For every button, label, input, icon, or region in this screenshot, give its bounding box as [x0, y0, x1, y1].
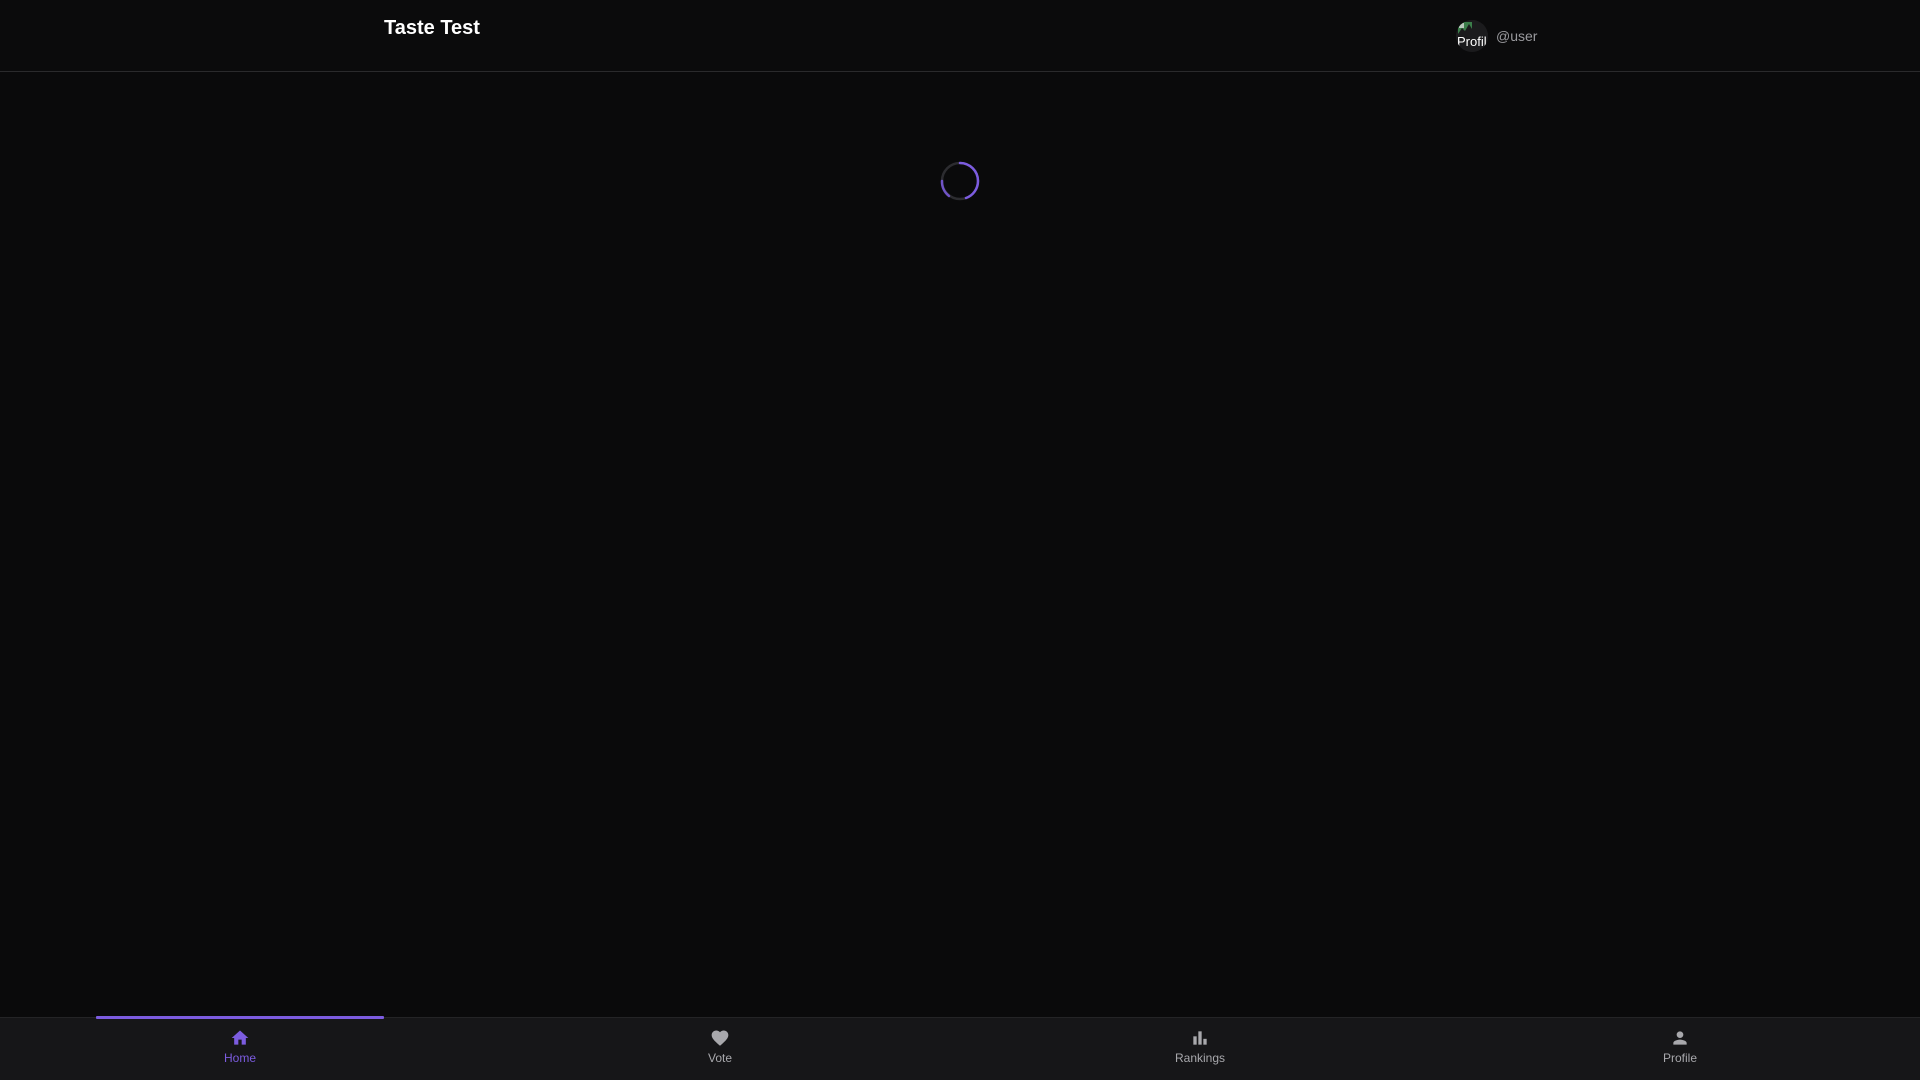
bar-chart-icon [1193, 1031, 1207, 1045]
avatar[interactable]: Profile [1456, 20, 1488, 52]
top-bar: Taste Test Profile @user [0, 0, 1920, 72]
person-icon [1673, 1031, 1687, 1045]
nav-item-profile[interactable]: Profile [1440, 1018, 1920, 1080]
app-root: Taste Test Profile @user [0, 0, 1920, 1080]
avatar-alt-text: Profile [1457, 34, 1488, 49]
bottom-navigation: Home Vote Rankings Profile [0, 1016, 1920, 1080]
nav-item-vote[interactable]: Vote [480, 1018, 960, 1080]
nav-item-rankings[interactable]: Rankings [960, 1018, 1440, 1080]
nav-label-profile: Profile [1662, 1051, 1697, 1065]
home-icon [231, 1030, 249, 1045]
nav-label-rankings: Rankings [1174, 1051, 1226, 1065]
username[interactable]: @user [1496, 28, 1537, 44]
user-menu[interactable]: Profile @user [1456, 20, 1537, 52]
nav-label-vote: Vote [707, 1051, 733, 1065]
heart-icon [711, 1030, 729, 1046]
nav-label-home: Home [223, 1051, 256, 1065]
app-title: Taste Test [384, 17, 480, 39]
nav-item-home[interactable]: Home [0, 1018, 480, 1080]
loading-spinner [940, 161, 980, 201]
